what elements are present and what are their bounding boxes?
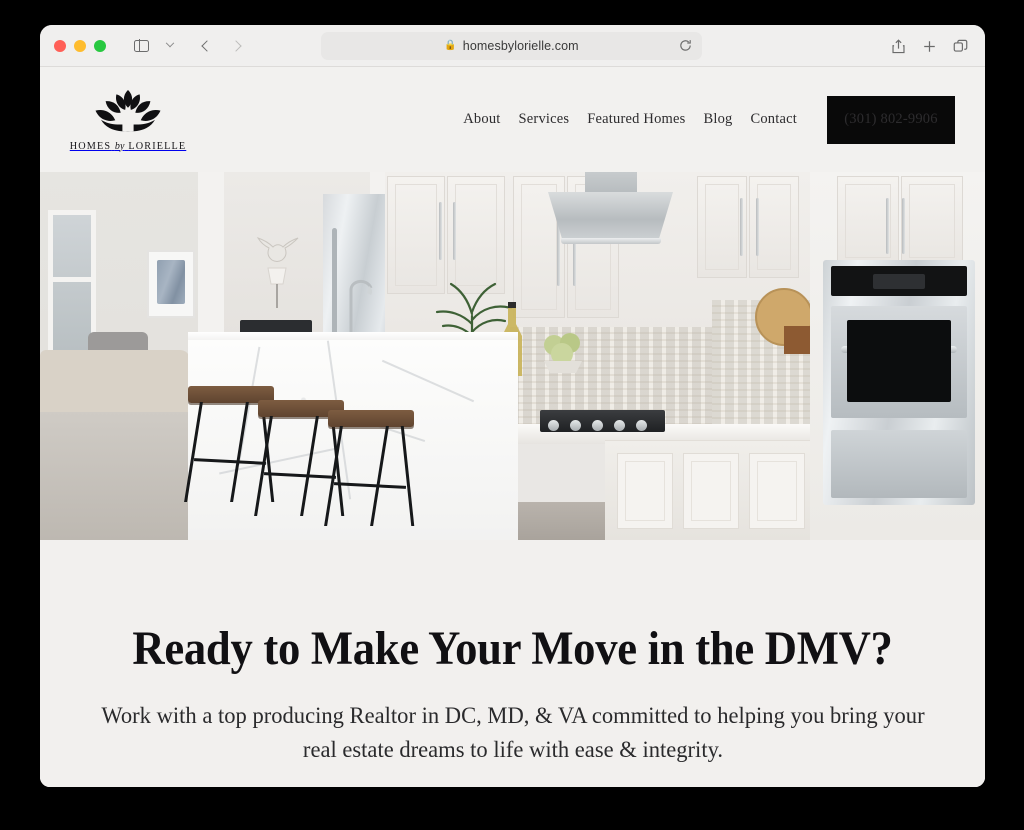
fruit-bowl (544, 333, 582, 373)
tab-group-button[interactable] (157, 33, 183, 59)
brand-word-homes: HOMES (69, 140, 112, 152)
nav-item-contact[interactable]: Contact (750, 111, 797, 128)
floor-lamp (267, 267, 287, 308)
chevron-down-icon (165, 38, 175, 47)
chevron-left-icon (201, 39, 213, 52)
bar-stool-stretcher (263, 472, 337, 479)
brand-wordmark: HOMES by LORIELLE (70, 141, 187, 152)
close-window-button[interactable] (54, 39, 66, 52)
oven-control-panel (831, 266, 967, 296)
cabinet-door (901, 176, 963, 266)
phone-cta-button[interactable]: (301) 802-9906 (827, 95, 955, 144)
sofa (40, 350, 190, 412)
burner-knob (636, 420, 647, 431)
address-bar[interactable]: 🔒 homesbylorielle.com (321, 32, 702, 60)
nav-item-featured-homes[interactable]: Featured Homes (587, 111, 685, 128)
cabinet-handle (902, 198, 905, 254)
cabinet-door (837, 176, 899, 266)
refrigerator-handle (332, 228, 337, 338)
sidebar-icon (133, 39, 149, 52)
url-text: homesbylorielle.com (462, 39, 579, 53)
burner-knob (614, 420, 625, 431)
cta-section: Ready to Make Your Move in the DMV? Work… (40, 540, 985, 787)
sidebar-toggle-button[interactable] (128, 33, 154, 59)
bar-stool-seat (328, 410, 414, 427)
nav-item-about[interactable]: About (463, 111, 500, 128)
kitchen-scene (40, 172, 985, 540)
cabinet-handle (886, 198, 889, 254)
toolbar-left-controls (128, 33, 249, 59)
nav-item-services[interactable]: Services (519, 111, 570, 128)
bar-stool (324, 410, 415, 528)
plus-icon[interactable] (921, 38, 938, 55)
bar-stool-leg (230, 402, 249, 502)
oven-door-lower (831, 430, 967, 498)
site-header: HOMES by LORIELLE About Services Feature… (40, 67, 985, 172)
cabinet-door (749, 453, 805, 529)
toolbar-right-controls (890, 25, 969, 67)
share-icon[interactable] (890, 38, 907, 55)
double-wall-oven (823, 260, 975, 505)
cta-subheading: Work with a top producing Realtor in DC,… (100, 703, 925, 763)
cabinet-handle (740, 198, 743, 256)
oven-door-upper (831, 306, 967, 418)
lotus-house-logo-icon (95, 89, 161, 132)
forward-button[interactable] (223, 33, 249, 59)
marble-vein (381, 359, 475, 403)
traffic-lights (54, 39, 106, 52)
bar-stool-stretcher (333, 482, 407, 489)
cabinet-handle (439, 202, 442, 260)
burner-knob (548, 420, 559, 431)
nav-item-blog[interactable]: Blog (703, 111, 732, 128)
minimize-window-button[interactable] (74, 39, 86, 52)
brand-word-lorielle: LORIELLE (128, 140, 187, 152)
lock-icon: 🔒 (444, 40, 457, 51)
browser-window: 🔒 homesbylorielle.com HOMES by LORIELLE … (40, 25, 985, 787)
reload-icon[interactable] (678, 38, 693, 53)
bar-stool-stretcher (193, 458, 267, 465)
chevron-right-icon (230, 39, 242, 52)
web-page: HOMES by LORIELLE About Services Feature… (40, 67, 985, 787)
oven-display (873, 274, 925, 289)
burner-knob (570, 420, 581, 431)
range-hood (548, 192, 673, 242)
tabs-icon[interactable] (952, 38, 969, 55)
bar-stool-leg (400, 426, 415, 526)
browser-toolbar: 🔒 homesbylorielle.com (40, 25, 985, 67)
cta-heading: Ready to Make Your Move in the DMV? (132, 622, 893, 675)
maximize-window-button[interactable] (94, 39, 106, 52)
cabinet-door (617, 453, 673, 529)
oven-window (847, 320, 951, 402)
site-logo-link[interactable]: HOMES by LORIELLE (70, 88, 185, 152)
back-button[interactable] (194, 33, 220, 59)
hero-image (40, 172, 985, 540)
gas-cooktop (540, 410, 665, 432)
range-hood-lip (561, 238, 661, 244)
cabinet-door (683, 453, 739, 529)
cabinet-handle (453, 202, 456, 260)
brand-word-by: by (114, 140, 125, 152)
primary-navigation: About Services Featured Homes Blog Conta… (463, 95, 955, 144)
burner-knob (592, 420, 603, 431)
framed-artwork (147, 250, 195, 318)
bar-stool-leg (370, 426, 389, 526)
cabinet-handle (756, 198, 759, 256)
bar-stool-leg (300, 416, 319, 516)
